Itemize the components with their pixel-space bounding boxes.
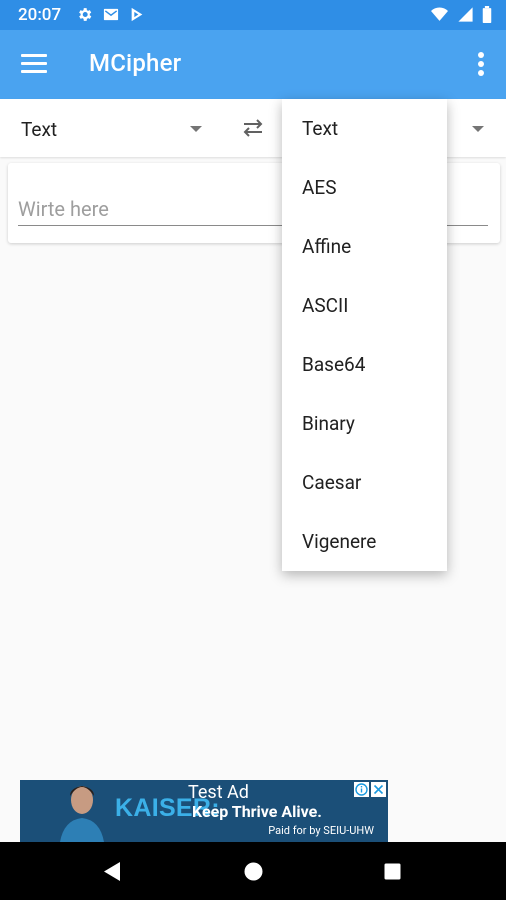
nav-recents-icon[interactable] (384, 863, 401, 880)
dropdown-caret-icon[interactable] (190, 126, 202, 132)
swap-icon[interactable] (240, 117, 266, 139)
dropdown-option-ascii[interactable]: ASCII (282, 276, 447, 335)
dropdown-option-text[interactable]: Text (282, 99, 447, 158)
more-icon[interactable] (478, 52, 484, 76)
menu-icon[interactable] (21, 54, 47, 74)
status-time: 20:07 (18, 5, 62, 25)
ad-info-icon[interactable] (354, 782, 369, 797)
ad-person-image (60, 786, 104, 842)
dropdown-option-affine[interactable]: Affine (282, 217, 447, 276)
dropdown-option-binary[interactable]: Binary (282, 394, 447, 453)
ad-label: Test Ad (188, 782, 249, 803)
dropdown-option-caesar[interactable]: Caesar (282, 453, 447, 512)
dropdown-caret-icon[interactable] (472, 126, 484, 132)
dropdown-option-vigenere[interactable]: Vigenere (282, 512, 447, 571)
nav-home-icon[interactable] (244, 862, 263, 881)
system-nav-bar (0, 842, 506, 900)
ad-banner[interactable]: KAISER: Test Ad Keep Thrive Alive. Paid … (20, 780, 388, 842)
status-bar: 20:07 (0, 0, 506, 30)
dropdown-option-base64[interactable]: Base64 (282, 335, 447, 394)
nav-back-icon[interactable] (102, 861, 122, 882)
app-title: MCipher (89, 49, 182, 77)
ad-paid-by: Paid for by SEIU-UHW (268, 824, 374, 837)
cipher-dropdown-menu: Text AES Affine ASCII Base64 Binary Caes… (282, 99, 447, 571)
app-bar: MCipher (0, 30, 506, 99)
mail-icon (103, 8, 119, 21)
play-store-icon (131, 7, 143, 22)
dropdown-option-aes[interactable]: AES (282, 158, 447, 217)
from-cipher-spinner[interactable]: Text (21, 118, 57, 141)
ad-tagline: Keep Thrive Alive. (192, 802, 322, 821)
wifi-icon (431, 7, 448, 21)
settings-icon (79, 8, 92, 21)
signal-icon (458, 7, 473, 22)
battery-icon (482, 6, 492, 23)
ad-close-icon[interactable] (371, 782, 386, 797)
